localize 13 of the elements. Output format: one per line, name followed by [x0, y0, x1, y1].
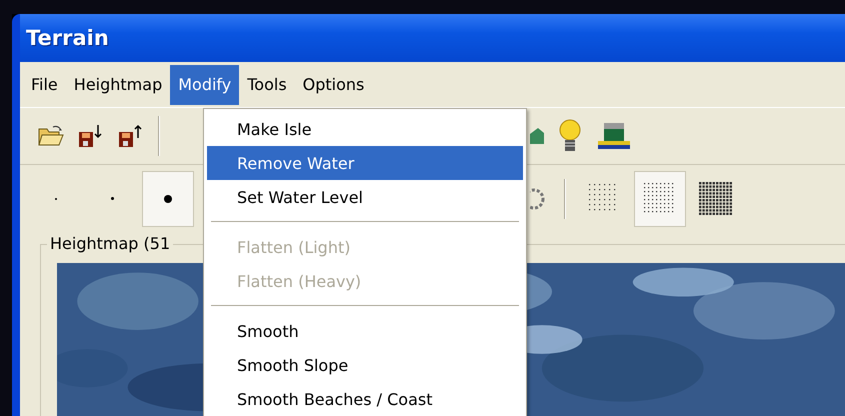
window-title: Terrain: [26, 26, 109, 50]
menu-option[interactable]: Smooth Beaches / Coast: [207, 382, 523, 416]
menu-item[interactable]: Tools: [239, 64, 295, 104]
menu-item[interactable]: Modify: [170, 64, 240, 104]
group-label: Heightmap (51: [47, 234, 174, 253]
menu-option[interactable]: Smooth Slope: [207, 348, 523, 382]
menu-option[interactable]: Make Isle: [207, 112, 523, 146]
menu-item[interactable]: Heightmap: [66, 64, 170, 104]
menu-option[interactable]: Set Water Level: [207, 180, 523, 214]
menu-item[interactable]: File: [23, 64, 66, 104]
menu-item[interactable]: Options: [294, 64, 372, 104]
menu-option[interactable]: Remove Water: [207, 146, 523, 180]
menu-option[interactable]: Smooth: [207, 314, 523, 348]
